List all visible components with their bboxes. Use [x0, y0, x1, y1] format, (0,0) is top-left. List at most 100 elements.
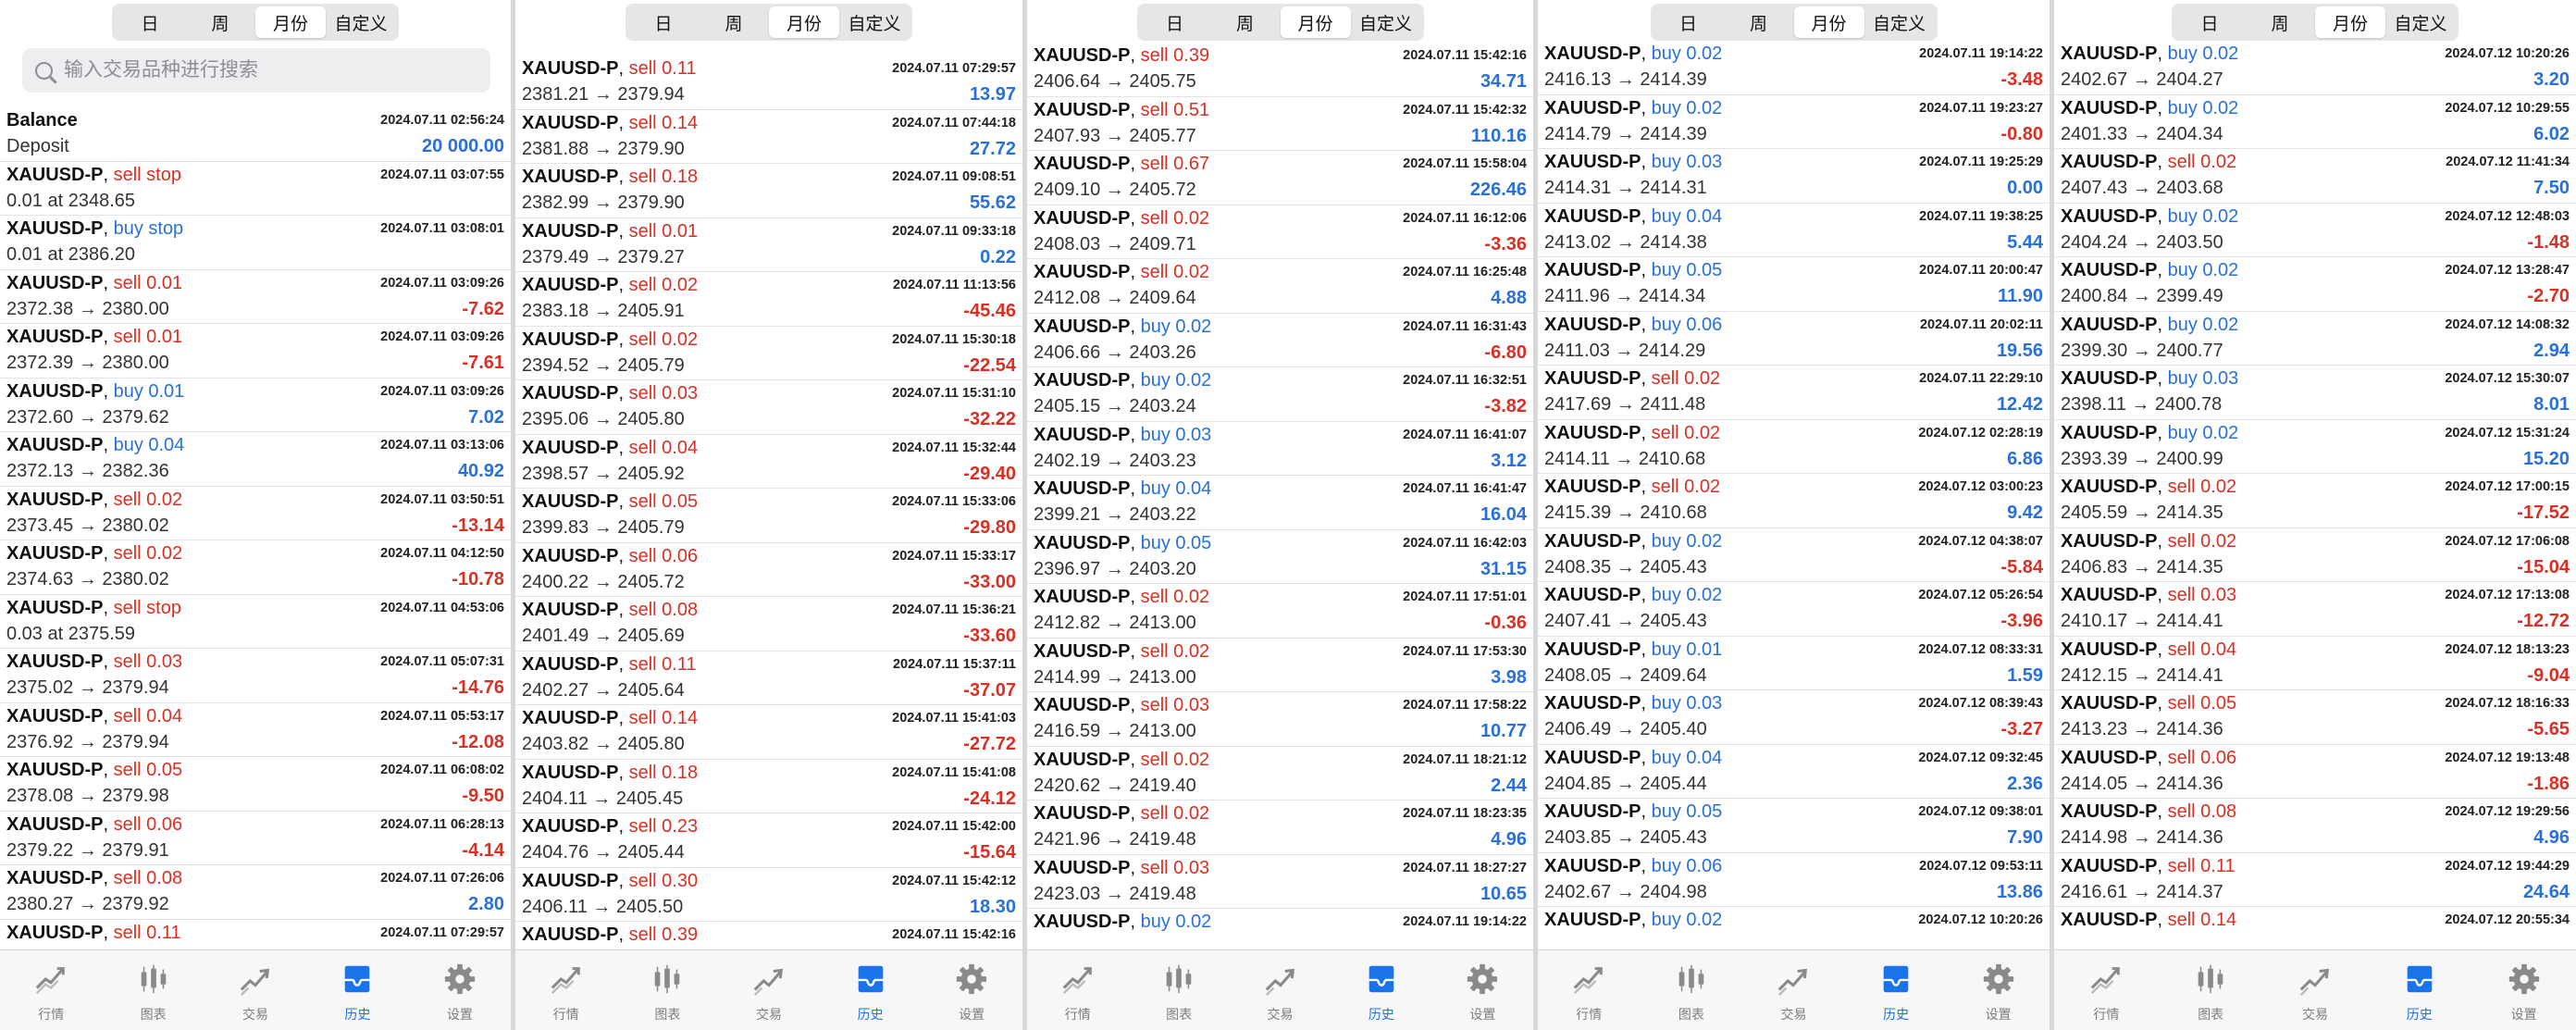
deal-row[interactable]: XAUUSD-P, sell 0.18 2404.11 → 2405.45 2024…: [515, 760, 1022, 813]
deal-row[interactable]: XAUUSD-P, buy 0.02 2408.35 → 2405.43 2024.…: [1538, 528, 2050, 582]
deal-row[interactable]: XAUUSD-P, sell 0.67 2409.10 → 2405.72 2024…: [1027, 151, 1533, 205]
deal-row[interactable]: XAUUSD-P, sell stop 0.01 at 2348.65 2024.0…: [0, 162, 511, 216]
tab-trade[interactable]: 交易: [1742, 950, 1845, 1030]
deal-row[interactable]: XAUUSD-P, sell 0.23 2404.76 → 2405.44 2024…: [515, 813, 1022, 868]
deal-row[interactable]: XAUUSD-P, sell 0.01 2372.38 → 2380.00 2024…: [0, 270, 511, 324]
period-month-tab[interactable]: 月份: [255, 6, 326, 38]
deal-row[interactable]: XAUUSD-P, buy 0.01 2372.60 → 2379.62 2024.…: [0, 378, 511, 432]
deal-row[interactable]: XAUUSD-P, buy 0.02 2399.30 → 2400.77 2024.…: [2054, 312, 2576, 366]
tab-settings[interactable]: 设置: [409, 950, 511, 1030]
deal-row[interactable]: XAUUSD-P, sell 0.02 2417.69 → 2411.48 2024…: [1538, 366, 2050, 420]
deal-row[interactable]: XAUUSD-P, sell 0.01 2372.39 → 2380.00 2024…: [0, 324, 511, 378]
deal-row[interactable]: XAUUSD-P, sell 0.02 2421.96 → 2419.48 2024…: [1027, 800, 1533, 855]
tab-settings[interactable]: 设置: [1432, 950, 1533, 1030]
deal-row[interactable]: XAUUSD-P, sell 0.06 2379.22 → 2379.91 2024…: [0, 812, 511, 865]
tab-quotes[interactable]: 行情: [1538, 950, 1641, 1030]
deal-row[interactable]: XAUUSD-P, sell 0.08 2401.49 → 2405.69 2024…: [515, 597, 1022, 652]
deal-row[interactable]: XAUUSD-P, buy 0.05 2396.97 → 2403.20 2024.…: [1027, 530, 1533, 584]
deal-row[interactable]: XAUUSD-P, buy 0.05 2403.85 → 2405.43 2024.…: [1538, 799, 2050, 853]
deal-row[interactable]: XAUUSD-P, buy 0.05 2411.96 → 2414.34 2024.…: [1538, 257, 2050, 312]
deal-row[interactable]: XAUUSD-P, buy 0.02 2407.41 → 2405.43 2024.…: [1538, 582, 2050, 637]
deal-row[interactable]: XAUUSD-P, sell 0.03 2416.59 → 2413.00 2024…: [1027, 692, 1533, 747]
deal-row[interactable]: XAUUSD-P, buy 0.03 2414.31 → 2414.31 2024.…: [1538, 149, 2050, 204]
deal-row[interactable]: XAUUSD-P, sell 0.39 2406.64 → 2405.75 2024…: [1027, 43, 1533, 97]
deal-row[interactable]: XAUUSD-P, sell 0.05 2378.08 → 2379.98 2024…: [0, 757, 511, 812]
tab-chart[interactable]: 图表: [617, 950, 719, 1030]
deal-row[interactable]: XAUUSD-P, buy 0.03 2402.19 → 2403.23 2024.…: [1027, 422, 1533, 476]
period-week-tab[interactable]: 周: [1210, 6, 1281, 38]
period-week-tab[interactable]: 周: [1724, 6, 1794, 38]
tab-quotes[interactable]: 行情: [1027, 950, 1128, 1030]
period-day-tab[interactable]: 日: [1140, 6, 1210, 38]
period-day-tab[interactable]: 日: [2174, 6, 2245, 38]
deal-row[interactable]: XAUUSD-P, sell 0.02 2373.45 → 2380.02 2024…: [0, 487, 511, 540]
deal-row[interactable]: XAUUSD-P, buy 0.04 2413.02 → 2414.38 2024.…: [1538, 204, 2050, 257]
tab-quotes[interactable]: 行情: [0, 950, 102, 1030]
deal-row[interactable]: XAUUSD-P, sell 0.02 2407.43 → 2403.68 2024…: [2054, 149, 2576, 204]
deal-row[interactable]: XAUUSD-P, sell 0.02 2394.52 → 2405.79 2024…: [515, 327, 1022, 380]
period-custom-tab[interactable]: 自定义: [326, 6, 396, 38]
deal-row[interactable]: XAUUSD-P, sell 0.14 2381.88 → 2379.90 2024…: [515, 110, 1022, 164]
deal-row[interactable]: XAUUSD-P, sell 0.02 2420.62 → 2419.40 2024…: [1027, 747, 1533, 800]
deal-row[interactable]: XAUUSD-P, buy 0.02 2404.24 → 2403.50 2024.…: [2054, 204, 2576, 257]
tab-history[interactable]: 历史: [2367, 950, 2471, 1030]
deal-row[interactable]: XAUUSD-P, buy 0.06 2402.67 → 2404.98 2024.…: [1538, 853, 2050, 907]
deal-row[interactable]: XAUUSD-P, sell 0.02 2408.03 → 2409.71 2024…: [1027, 205, 1533, 259]
period-week-tab[interactable]: 周: [2245, 6, 2315, 38]
tab-quotes[interactable]: 行情: [515, 950, 617, 1030]
deal-row[interactable]: XAUUSD-P, sell 0.14 2403.82 → 2405.80 2024…: [515, 705, 1022, 760]
balance-row[interactable]: Balance Deposit 2024.07.11 02:56:24 20 000.…: [0, 107, 511, 162]
deal-row[interactable]: XAUUSD-P, sell 0.08 2414.98 → 2414.36 2024…: [2054, 799, 2576, 853]
tab-settings[interactable]: 设置: [1947, 950, 2050, 1030]
period-custom-tab[interactable]: 自定义: [1351, 6, 1421, 38]
tab-chart[interactable]: 图表: [102, 950, 204, 1030]
deal-row[interactable]: XAUUSD-P, buy 0.02 2416.13 → 2414.39 2024.…: [1538, 41, 2050, 95]
period-month-tab[interactable]: 月份: [1793, 6, 1864, 38]
deal-row[interactable]: XAUUSD-P, sell 0.18 2382.99 → 2379.90 2024…: [515, 164, 1022, 218]
deal-row[interactable]: XAUUSD-P, sell stop 0.03 at 2375.59 2024.0…: [0, 595, 511, 649]
deal-row[interactable]: XAUUSD-P, sell 0.30 2406.11 → 2405.50 2024…: [515, 868, 1022, 922]
period-month-tab[interactable]: 月份: [769, 6, 839, 38]
period-day-tab[interactable]: 日: [628, 6, 699, 38]
deal-row[interactable]: XAUUSD-P, sell 0.05 2399.83 → 2405.79 2024…: [515, 489, 1022, 543]
deal-row[interactable]: XAUUSD-P, buy 0.04 2372.13 → 2382.36 2024.…: [0, 432, 511, 487]
deal-row[interactable]: XAUUSD-P, buy 0.02 2393.39 → 2400.99 2024.…: [2054, 420, 2576, 474]
period-week-tab[interactable]: 周: [185, 6, 255, 38]
tab-settings[interactable]: 设置: [2471, 950, 2576, 1030]
deal-row[interactable]: XAUUSD-P, sell 0.06 2414.05 → 2414.36 2024…: [2054, 745, 2576, 799]
tab-history[interactable]: 历史: [306, 950, 408, 1030]
deal-row[interactable]: XAUUSD-P, buy 0.02 2400.84 → 2399.49 2024.…: [2054, 257, 2576, 312]
deal-row[interactable]: XAUUSD-P, sell 0.03 2410.17 → 2414.41 2024…: [2054, 582, 2576, 637]
deal-row[interactable]: XAUUSD-P, sell 0.01 2379.49 → 2379.27 2024…: [515, 218, 1022, 272]
deal-row[interactable]: XAUUSD-P, sell 0.08 2380.27 → 2379.92 2024…: [0, 865, 511, 920]
tab-chart[interactable]: 图表: [1641, 950, 1743, 1030]
deal-row[interactable]: XAUUSD-P, sell 0.03 2395.06 → 2405.80 2024…: [515, 380, 1022, 435]
deal-row[interactable]: XAUUSD-P, sell 0.02 2405.59 → 2414.35 2024…: [2054, 474, 2576, 528]
deal-row[interactable]: XAUUSD-P, buy 0.03 2398.11 → 2400.78 2024.…: [2054, 366, 2576, 420]
deal-row[interactable]: XAUUSD-P, buy 0.02 2402.67 → 2404.27 2024.…: [2054, 41, 2576, 95]
deal-row[interactable]: XAUUSD-P, sell 0.11 2416.61 → 2414.37 2024…: [2054, 853, 2576, 907]
deal-row[interactable]: XAUUSD-P, sell 0.11 2402.27 → 2405.64 2024…: [515, 652, 1022, 705]
tab-trade[interactable]: 交易: [2263, 950, 2368, 1030]
tab-history[interactable]: 历史: [1331, 950, 1431, 1030]
period-custom-tab[interactable]: 自定义: [839, 6, 910, 38]
deal-row[interactable]: XAUUSD-P, buy 0.02 2405.15 → 2403.24 2024.…: [1027, 367, 1533, 422]
tab-chart[interactable]: 图表: [1128, 950, 1229, 1030]
deal-row[interactable]: XAUUSD-P, sell 0.06 2400.22 → 2405.72 2024…: [515, 543, 1022, 597]
deal-row[interactable]: XAUUSD-P, buy 0.02 2401.33 → 2404.34 2024.…: [2054, 95, 2576, 149]
deal-row[interactable]: XAUUSD-P, sell 0.02 2414.11 → 2410.68 2024…: [1538, 420, 2050, 474]
deal-row[interactable]: XAUUSD-P, sell 0.02 2406.83 → 2414.35 2024…: [2054, 528, 2576, 582]
period-day-tab[interactable]: 日: [115, 6, 185, 38]
period-month-tab[interactable]: 月份: [2315, 6, 2385, 38]
deal-row[interactable]: XAUUSD-P, sell 0.02 2414.99 → 2413.00 2024…: [1027, 639, 1533, 692]
period-week-tab[interactable]: 周: [699, 6, 769, 38]
deal-row[interactable]: XAUUSD-P, sell 0.04 2398.57 → 2405.92 2024…: [515, 435, 1022, 489]
deal-row[interactable]: XAUUSD-P, sell 0.11 2381.21 → 2379.94 2024…: [515, 56, 1022, 110]
tab-trade[interactable]: 交易: [1230, 950, 1331, 1030]
deal-row[interactable]: XAUUSD-P, sell 0.02 2383.18 → 2405.91 2024…: [515, 272, 1022, 327]
period-day-tab[interactable]: 日: [1653, 6, 1724, 38]
tab-history[interactable]: 历史: [820, 950, 922, 1030]
deal-row[interactable]: XAUUSD-P, buy 0.04 2404.85 → 2405.44 2024.…: [1538, 745, 2050, 799]
period-month-tab[interactable]: 月份: [1280, 6, 1351, 38]
tab-trade[interactable]: 交易: [718, 950, 820, 1030]
